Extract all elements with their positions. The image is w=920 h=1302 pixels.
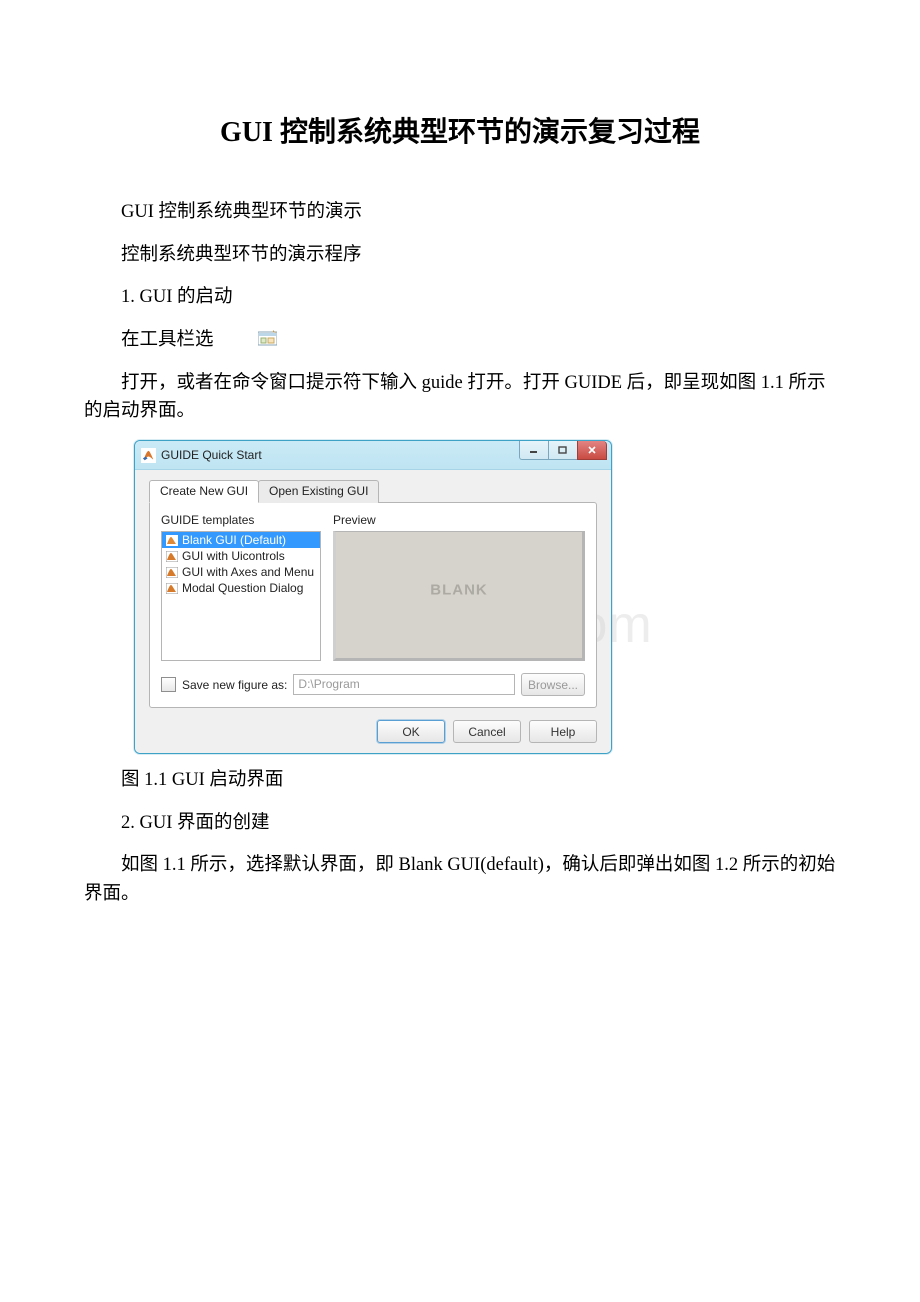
figure-icon <box>166 583 178 594</box>
tab-create-new-gui[interactable]: Create New GUI <box>149 480 259 503</box>
paragraph: 2. GUI 界面的创建 <box>84 809 836 838</box>
page-title: GUI 控制系统典型环节的演示复习过程 <box>84 110 836 150</box>
window-titlebar[interactable]: GUIDE Quick Start <box>135 441 611 470</box>
matlab-logo-icon <box>141 448 156 463</box>
figure-caption: 图 1.1 GUI 启动界面 <box>84 766 836 795</box>
text: 如图 1.1 所示，选择默认界面，即 Blank GUI(default)，确认… <box>84 855 835 904</box>
list-item[interactable]: GUI with Uicontrols <box>162 548 320 564</box>
list-item[interactable]: GUI with Axes and Menu <box>162 564 320 580</box>
window-minimize-button[interactable] <box>519 441 549 460</box>
figure-icon <box>166 535 178 546</box>
window-title: GUIDE Quick Start <box>161 448 262 462</box>
ok-button[interactable]: OK <box>377 720 445 743</box>
preview-pane: BLANK <box>333 531 585 661</box>
list-item[interactable]: Modal Question Dialog <box>162 580 320 596</box>
minimize-icon <box>529 446 539 454</box>
close-icon <box>587 446 597 454</box>
paragraph: 1. GUI 的启动 <box>84 283 836 312</box>
tab-open-existing-gui[interactable]: Open Existing GUI <box>258 480 379 503</box>
browse-button[interactable]: Browse... <box>521 673 585 696</box>
guide-toolbar-icon <box>221 328 240 345</box>
figure-icon <box>166 567 178 578</box>
figure-icon <box>166 551 178 562</box>
paragraph: 打开，或者在命令窗口提示符下输入 guide 打开。打开 GUIDE 后，即呈现… <box>84 369 836 426</box>
window-maximize-button[interactable] <box>548 441 578 460</box>
save-new-figure-label: Save new figure as: <box>182 678 287 692</box>
preview-label: Preview <box>333 513 585 527</box>
paragraph: 如图 1.1 所示，选择默认界面，即 Blank GUI(default)，确认… <box>84 851 836 908</box>
window-close-button[interactable] <box>577 441 607 460</box>
paragraph: 在工具栏选 <box>84 326 836 355</box>
save-new-figure-checkbox[interactable] <box>161 677 176 692</box>
list-item[interactable]: Blank GUI (Default) <box>162 532 320 548</box>
paragraph: 控制系统典型环节的演示程序 <box>84 241 836 270</box>
maximize-icon <box>558 446 568 454</box>
list-item-label: Modal Question Dialog <box>182 581 303 595</box>
text: 打开，或者在命令窗口提示符下输入 guide 打开。打开 GUIDE 后，即呈现… <box>84 373 826 422</box>
paragraph: GUI 控制系统典型环节的演示 <box>84 198 836 227</box>
guide-quick-start-dialog: www.bdocx.com GUIDE Quick Start <box>134 440 612 754</box>
list-item-label: GUI with Uicontrols <box>182 549 285 563</box>
templates-label: GUIDE templates <box>161 513 321 527</box>
preview-text: BLANK <box>430 581 488 598</box>
text: 在工具栏选 <box>121 330 214 350</box>
list-item-label: GUI with Axes and Menu <box>182 565 314 579</box>
list-item-label: Blank GUI (Default) <box>182 533 286 547</box>
save-path-input[interactable]: D:\Program Files\MATLAB\R2010b\bin\u <box>293 674 515 695</box>
help-button[interactable]: Help <box>529 720 597 743</box>
templates-listbox[interactable]: Blank GUI (Default) GUI with Uicontrols <box>161 531 321 661</box>
cancel-button[interactable]: Cancel <box>453 720 521 743</box>
